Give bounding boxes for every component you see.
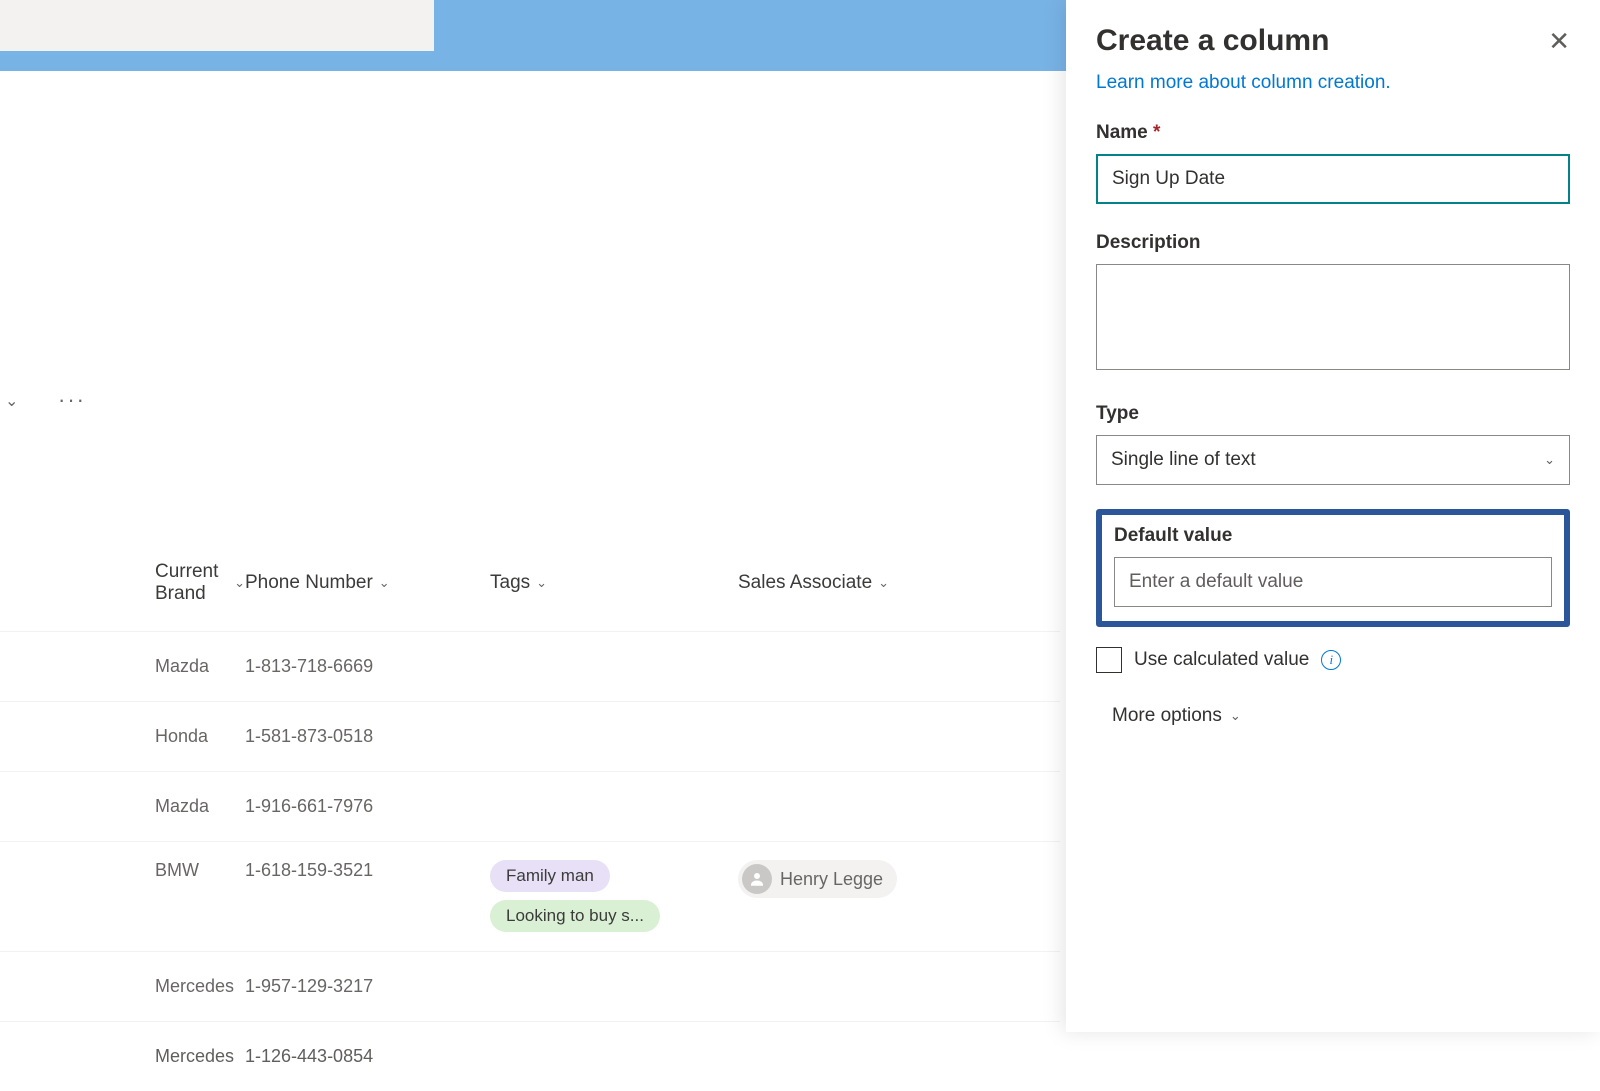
- modal-dim-overlay: [0, 0, 1066, 1032]
- description-input[interactable]: [1096, 264, 1570, 370]
- required-star-icon: *: [1153, 122, 1160, 143]
- default-value-input[interactable]: [1114, 557, 1552, 607]
- learn-more-link[interactable]: Learn more about column creation.: [1096, 72, 1570, 94]
- chevron-down-icon: ⌄: [1230, 708, 1241, 724]
- type-field-label: Type: [1096, 403, 1570, 425]
- brand-cell: Mercedes: [0, 1046, 245, 1067]
- more-options-toggle[interactable]: More options ⌄: [1096, 705, 1570, 727]
- chevron-down-icon: ⌄: [1544, 452, 1555, 468]
- close-icon[interactable]: ✕: [1548, 26, 1570, 57]
- use-calculated-row[interactable]: Use calculated value i: [1096, 647, 1570, 673]
- default-value-highlight: Default value: [1096, 509, 1570, 627]
- more-options-label: More options: [1112, 705, 1222, 727]
- use-calculated-label: Use calculated value: [1134, 649, 1309, 671]
- create-column-panel: ✕ Create a column Learn more about colum…: [1066, 0, 1600, 1032]
- panel-title: Create a column: [1096, 24, 1570, 58]
- type-select[interactable]: Single line of text ⌄: [1096, 435, 1570, 485]
- phone-cell: 1-126-443-0854: [245, 1046, 490, 1067]
- name-input[interactable]: [1096, 154, 1570, 204]
- checkbox-icon[interactable]: [1096, 647, 1122, 673]
- name-field-label: Name *: [1096, 122, 1570, 144]
- type-select-value: Single line of text: [1111, 449, 1256, 471]
- default-value-label: Default value: [1114, 525, 1552, 547]
- description-field-label: Description: [1096, 232, 1570, 254]
- info-icon[interactable]: i: [1321, 650, 1341, 670]
